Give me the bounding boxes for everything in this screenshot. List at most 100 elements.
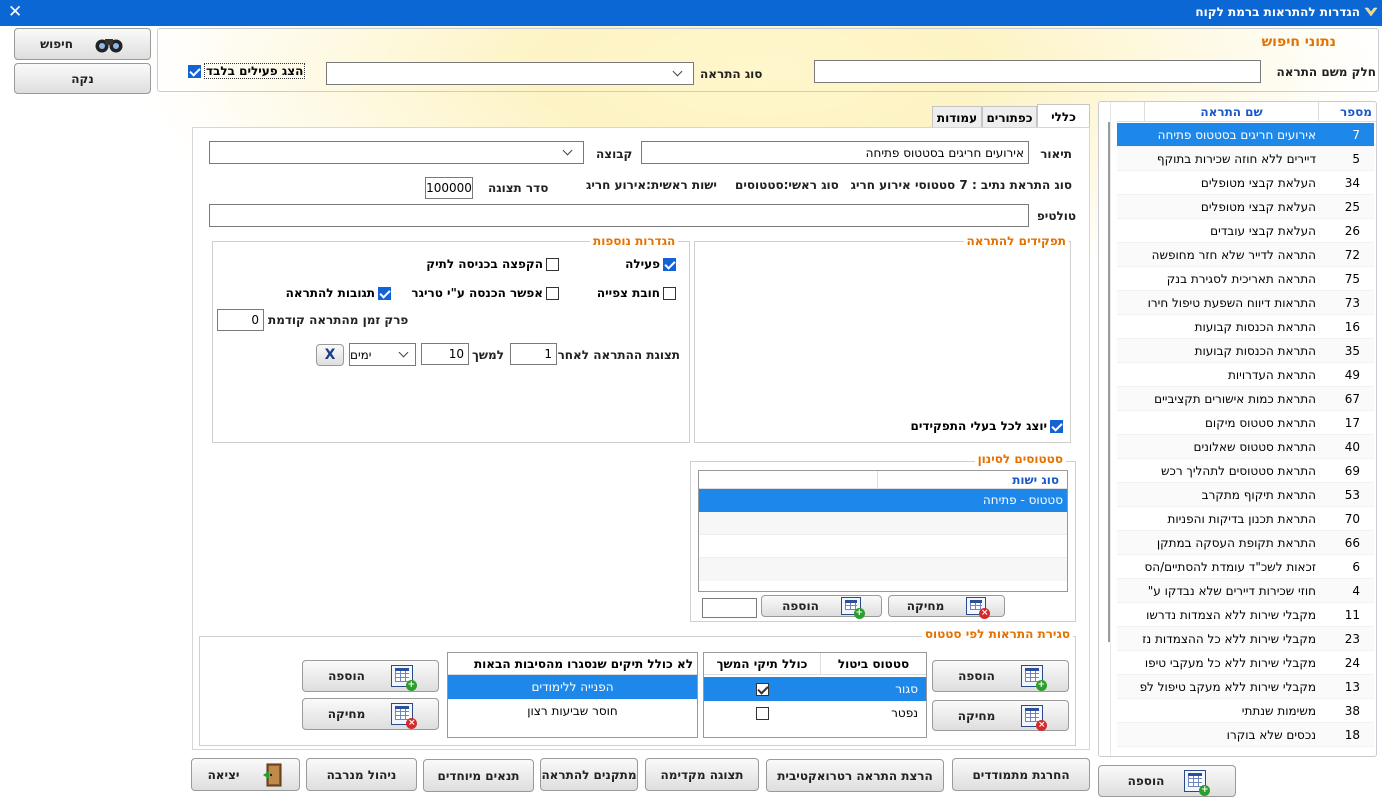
alert-list-row[interactable]: 17 התראת סטטוס מיקום [1117,411,1374,435]
alert-name: התראת הכנסות קבועות [1194,320,1316,334]
alert-fixers-button[interactable]: מתקנים להתראה [540,758,638,791]
clear-button[interactable]: נקה [14,63,151,94]
table-add-icon: + [390,665,417,691]
alert-list-row[interactable]: 13 מקבלי שירות ללא מעקב טיפול לפ [1117,675,1374,699]
cancel-status-row[interactable]: נפטר [704,701,926,725]
reasons-add-button[interactable]: + הוספה [302,660,439,692]
duration-input[interactable] [421,343,469,365]
excluded-reason-row[interactable]: הפנייה ללימודים [448,675,697,699]
alert-list-row[interactable]: 69 התראת סטטוסים לתהליך רכש [1117,459,1374,483]
alert-list-row[interactable]: 67 התראת כמות אישורים תקציביים [1117,387,1374,411]
alert-list-row[interactable]: 7 אירועים חריגים בסטטוס פתיחה [1117,123,1374,147]
include-cases-checkbox[interactable] [755,682,769,696]
alert-list-row[interactable]: 4 חוזי שכירות דיירים שלא נבדקו ע" [1117,579,1374,603]
alert-list-row[interactable]: 70 התראת תכנון בדיקות והפניות [1117,507,1374,531]
alert-name: נכסים שלא בוקרו [1226,728,1316,742]
exit-door-icon [263,763,282,786]
time-gap-input[interactable] [217,309,264,331]
active-only-checkbox[interactable]: הצג פעילים בלבד [188,63,306,79]
popup-on-entry-checkbox[interactable]: הקפצה בכניסה לתיק [426,257,559,271]
alert-list-row[interactable]: 18 נכסים שלא בוקרו [1117,723,1374,747]
alert-list-row[interactable]: 34 העלאת קבצי מטופלים [1117,171,1374,195]
include-cases-checkbox[interactable] [755,706,769,720]
filter-add-button[interactable]: + הוספה [761,595,882,619]
alert-list-row[interactable]: 6 זכאות לשכ"ד עומדת להסתיים/הס [1117,555,1374,579]
alert-number: 6 [1352,560,1360,574]
filter-status-row[interactable]: סטטוס - פתיחה [699,489,1067,512]
alert-list-row[interactable]: 49 התראת העדרויות [1117,363,1374,387]
tooltip-input[interactable] [209,204,1029,227]
cancel-status-value: נפטר [891,706,918,720]
alert-list-row[interactable]: 5 דיירים ללא חוזה שכירות בתוקף [1117,147,1374,171]
display-order-input[interactable] [425,177,473,199]
alert-list-row[interactable]: 26 העלאת קבצי עובדים [1117,219,1374,243]
run-retroactive-button[interactable]: הרצת התראה רטרואקטיבית [766,759,944,792]
alert-list-row[interactable]: 72 התראה לדייר שלא חזר מחופשה [1117,243,1374,267]
description-input[interactable] [641,141,1029,164]
alert-name-search-input[interactable] [814,60,1261,83]
cancel-status-add-button[interactable]: + הוספה [932,660,1069,692]
alert-number: 34 [1344,176,1360,190]
cancel-status-delete-button[interactable]: × מחיקה [932,700,1069,731]
filter-small-input[interactable] [702,598,757,618]
exit-button[interactable]: יציאה [191,758,300,791]
reasons-delete-button[interactable]: × מחיקה [302,698,439,730]
add-alert-button[interactable]: + הוספה [1098,765,1236,797]
cancel-status-table: סטטוס ביטול כולל תיקי המשך סגור נפטר [703,652,927,738]
active-checkbox[interactable]: פעילה [625,257,676,271]
alert-name: התראת סטטוסים לתהליך רכש [1160,464,1316,478]
alert-list-row[interactable]: 73 התראות דיווח השפעת טיפול חירו [1117,291,1374,315]
trigger-insert-checkbox[interactable]: אפשר הכנסה ע"י טריגר [411,286,559,300]
alert-number: 23 [1344,632,1360,646]
alert-name: התראת כמות אישורים תקציביים [1154,392,1316,406]
alert-list-row[interactable]: 53 התראת תיקוף מתקרב [1117,483,1374,507]
alert-list-row[interactable]: 40 התראת סטטוס שאלונים [1117,435,1374,459]
group-select[interactable] [209,141,584,164]
filter-delete-button[interactable]: × מחיקה [888,595,1005,619]
main-type-info: סוג ראשי:סטטוסים [735,178,839,192]
col-name-header: שם התראה [1144,102,1318,121]
close-icon[interactable]: ✕ [8,2,22,22]
show-all-roles-checkbox[interactable]: יוצג לכל בעלי התפקידים [911,419,1063,433]
excluded-reason-row[interactable]: חוסר שביעות רצון [448,699,697,723]
tab-columns[interactable]: עמודות [932,106,982,128]
cancel-status-row[interactable]: סגור [704,677,926,701]
alert-list-row[interactable]: 24 מקבלי שירות ללא כל מעקבי טיפו [1117,651,1374,675]
alert-list-row[interactable]: 38 משימות שנתתי [1117,699,1374,723]
exclude-dependents-button[interactable]: החרגת מתמודדים [952,758,1090,791]
alert-list-row[interactable]: 23 מקבלי שירות ללא כל ההצמדות נז [1117,627,1374,651]
preview-button[interactable]: תצוגה מקדימה [645,758,759,791]
alert-list-row[interactable]: 35 התראת הכנסות קבועות [1117,339,1374,363]
special-conditions-button[interactable]: תנאים מיוחדים [423,759,534,792]
minerva-admin-button[interactable]: ניהול מנרבה [306,758,417,791]
alert-list-row[interactable]: 16 התראת הכנסות קבועות [1117,315,1374,339]
show-after-input[interactable] [510,343,557,365]
duration-unit-select[interactable]: ימים [349,343,416,366]
extra-settings-group [212,241,690,443]
cancel-status-rows: סגור נפטר [704,675,926,725]
responses-checkbox[interactable]: תגובות להתראה [286,286,391,300]
alert-type-select[interactable] [326,62,694,85]
table-delete-icon: × [966,597,991,619]
alert-list-row[interactable]: 66 התראת תקופת העסקה במתקן [1117,531,1374,555]
roles-group [694,241,1071,443]
alert-list-row[interactable]: 11 מקבלי שירות ללא הצמדות נדרשו [1117,603,1374,627]
must-view-checkbox[interactable]: חובת צפייה [597,286,676,300]
tab-general[interactable]: כללי [1037,104,1090,128]
alert-name: דיירים ללא חוזה שכירות בתוקף [1156,152,1316,166]
alert-number: 67 [1344,392,1360,406]
checkbox-icon [546,286,559,300]
scrollbar-thumb[interactable] [1108,122,1110,642]
search-button[interactable]: חיפוש [14,28,151,60]
col-entity-type-header: סוג ישות [877,471,1067,488]
alert-list-row[interactable]: 75 התראה תאריכית לסגירת בנק [1117,267,1374,291]
alert-number: 13 [1344,680,1360,694]
table-delete-icon: × [391,703,418,729]
alert-number: 11 [1344,608,1360,622]
show-after-label: תצוגת ההתראה לאחר [557,348,680,362]
clear-duration-button[interactable]: X [316,344,344,366]
alert-number: 17 [1344,416,1360,430]
alert-list-scrollbar[interactable] [1099,102,1111,756]
tab-buttons[interactable]: כפתורים [982,106,1037,128]
alert-list-row[interactable]: 25 העלאת קבצי מטופלים [1117,195,1374,219]
